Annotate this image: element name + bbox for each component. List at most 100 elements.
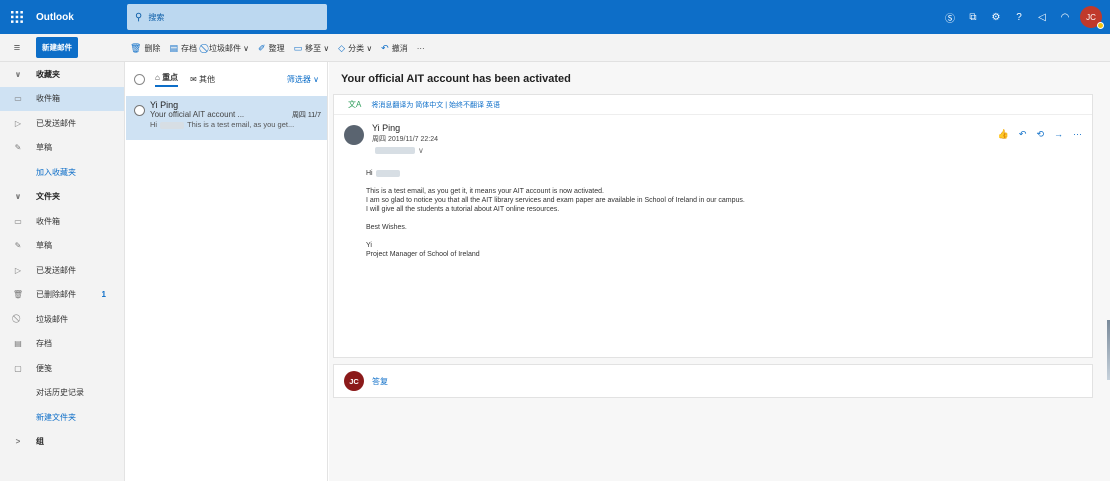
reading-pane: Your official AIT account has been activ… xyxy=(329,62,1110,481)
sidebar-item[interactable]: ▷ 已发送邮件 xyxy=(0,258,124,283)
sidebar-item-label: 加入收藏夹 xyxy=(36,167,76,177)
sidebar-item[interactable]: ▤ 存档 xyxy=(0,332,124,357)
sidebar-item[interactable]: ▢ 便笺 xyxy=(0,356,124,381)
toolbar-actions: 🗑删除 ▤存档⃠垃圾邮件 ∨ ✐整理 ▭移至 ∨ ◇分类 ∨ ↶撤消 ··· xyxy=(130,34,434,62)
filter-button[interactable]: 筛选器 ∨ xyxy=(287,74,319,85)
sender-header: Yi Ping 周四 2019/11/7 22:24 ∨ xyxy=(344,123,438,155)
sidebar-item[interactable]: ✎ 草稿 xyxy=(0,136,124,161)
sidebar-item[interactable]: ∨ 收藏夹 xyxy=(0,62,124,87)
toolbar-action-icon: ◇ xyxy=(338,42,346,53)
tab-focused[interactable]: ⌂ 重点 xyxy=(155,72,179,87)
email-card: 文A 将消息翻译为 简体中文 | 始终不翻译 英语 Yi Ping 周四 201… xyxy=(333,94,1093,358)
folder-icon: ▭ xyxy=(14,94,22,104)
presence-badge xyxy=(1097,22,1104,29)
sidebar-item-label: 文件夹 xyxy=(36,192,60,202)
toolbar-action[interactable]: ⃠垃圾邮件 ∨ xyxy=(206,43,249,54)
message-date: 周四 11/7 xyxy=(291,112,321,119)
sidebar-item[interactable]: ▭ 收件箱 xyxy=(0,86,124,111)
sidebar-item[interactable]: ✎ 草稿 xyxy=(0,234,124,259)
command-bar: ≡ 新建邮件 🗑删除 ▤存档⃠垃圾邮件 ∨ ✐整理 ▭移至 ∨ ◇分类 ∨ ↶撤消 ··· xyxy=(0,34,1110,62)
email-greeting: Hi xyxy=(366,169,745,178)
list-item[interactable]: Yi Ping Your official AIT account ... 周四… xyxy=(126,96,327,140)
message-list: ⌂ 重点 ✉ 其他 筛选器 ∨ Yi Ping Your official AI… xyxy=(126,62,328,481)
toolbar-action-label: 存档 xyxy=(180,43,197,53)
toolbar-action[interactable]: ↶ 撤消 xyxy=(381,43,408,54)
reply-icon[interactable]: ↶ xyxy=(1019,129,1027,140)
folder-pane: ∨ 收藏夹 ▭ 收件箱 ▷ 已发送邮件 ✎ 草稿 加入收藏夹 ∨ 文件夹 ▭ 收件箱 ✎ 草稿 ▷ 已发送邮件 🗑… xyxy=(0,62,125,481)
feedback-icon[interactable]: ⧉ xyxy=(962,12,984,23)
reply-all-icon[interactable]: ⟲ xyxy=(1036,129,1044,140)
sidebar-item-label: 便笺 xyxy=(36,363,52,373)
toolbar-action[interactable]: ◇ 分类 ∨ xyxy=(338,43,372,54)
message-actions: 👍 ↶ ⟲ → ··· xyxy=(988,129,1082,140)
sidebar-item-label: 收件箱 xyxy=(36,94,60,104)
message-subject: Your official AIT account ... xyxy=(150,110,245,119)
toolbar-action[interactable]: ✐ 整理 xyxy=(258,43,285,54)
toolbar-action[interactable]: ▤ 存档 xyxy=(169,43,197,54)
toolbar-action-label: 整理 xyxy=(268,43,285,53)
hamburger-icon[interactable]: ≡ xyxy=(0,42,34,54)
more-icon[interactable]: ··· xyxy=(1073,129,1082,140)
folder-icon: > xyxy=(15,437,21,447)
sidebar-item[interactable]: ▷ 已发送邮件 xyxy=(0,111,124,136)
reply-avatar: JC xyxy=(344,371,364,391)
toolbar-action[interactable]: ▭ 移至 ∨ xyxy=(294,43,330,54)
skype-icon[interactable]: Ⓢ xyxy=(939,10,961,25)
search-box[interactable]: ⚲ 搜索 xyxy=(127,4,327,30)
toolbar-action[interactable]: ··· xyxy=(417,44,425,53)
sidebar-item[interactable]: ∨ 文件夹 xyxy=(0,185,124,210)
toolbar-action-label: 撤消 xyxy=(391,43,408,53)
reply-bar[interactable]: JC 答复 xyxy=(333,364,1093,398)
top-bar: Outlook ⚲ 搜索 Ⓢ ⧉ ⚙ ? ◁ ◠ JC xyxy=(0,0,1110,34)
sidebar-item-label: 垃圾邮件 xyxy=(36,314,68,324)
like-icon[interactable]: 👍 xyxy=(998,129,1009,140)
sidebar-item[interactable]: ⃠ 垃圾邮件 xyxy=(0,307,124,332)
body-line: I will give all the students a tutorial … xyxy=(366,206,560,213)
forward-icon[interactable]: → xyxy=(1054,129,1063,140)
sidebar-item[interactable]: 新建文件夹 xyxy=(0,405,124,430)
toolbar-action-icon: ▤ xyxy=(169,42,178,53)
sender-name[interactable]: Yi Ping xyxy=(372,123,438,133)
sidebar-item-label: 存档 xyxy=(36,339,52,349)
app-launcher-icon[interactable] xyxy=(0,0,34,34)
body-line: I am so glad to notice you that all the … xyxy=(366,197,745,204)
signature-name: Yi xyxy=(366,242,372,249)
email-subject: Your official AIT account has been activ… xyxy=(341,73,571,85)
toolbar-action-label: ··· xyxy=(416,43,425,53)
folder-icon: ▤ xyxy=(14,339,22,349)
toolbar-action-label: 垃圾邮件 ∨ xyxy=(208,43,250,53)
sidebar-item[interactable]: 对话历史记录 xyxy=(0,381,124,406)
app-brand[interactable]: Outlook xyxy=(36,12,126,23)
folder-icon: ✎ xyxy=(14,241,22,251)
select-all-checkbox[interactable] xyxy=(134,73,145,85)
tab-focused-label: 重点 xyxy=(162,72,179,82)
waffle-icon xyxy=(11,11,23,23)
settings-icon[interactable]: ⚙ xyxy=(985,12,1007,23)
recipient-line[interactable]: ∨ xyxy=(372,146,438,155)
sidebar-item[interactable]: > 组 xyxy=(0,430,124,455)
new-mail-button[interactable]: 新建邮件 xyxy=(36,37,78,58)
message-list-header: ⌂ 重点 ✉ 其他 筛选器 ∨ xyxy=(126,62,327,96)
help-icon[interactable]: ? xyxy=(1008,12,1030,23)
bell-icon[interactable]: ◠ xyxy=(1054,12,1076,23)
sidebar-item[interactable]: 加入收藏夹 xyxy=(0,160,124,185)
sidebar-item[interactable]: ▭ 收件箱 xyxy=(0,209,124,234)
sidebar-item-label: 新建文件夹 xyxy=(36,412,76,422)
folder-icon: ▢ xyxy=(14,363,22,373)
reply-button[interactable]: 答复 xyxy=(372,376,388,387)
sender-photo[interactable] xyxy=(344,125,364,145)
sidebar-item-label: 已发送邮件 xyxy=(36,118,76,128)
toolbar-action-icon: ↶ xyxy=(381,42,389,53)
toolbar-action[interactable]: 🗑 删除 xyxy=(130,43,160,54)
sidebar-item-label: 已发送邮件 xyxy=(36,265,76,275)
sidebar-item[interactable]: 🗑 已删除邮件 1 xyxy=(0,283,124,308)
tab-other[interactable]: ✉ 其他 xyxy=(190,74,215,85)
megaphone-icon[interactable]: ◁ xyxy=(1031,12,1053,23)
folder-icon: ▷ xyxy=(14,265,22,275)
email-closing: Best Wishes. xyxy=(366,224,407,231)
toolbar-action-icon: 🗑 xyxy=(130,42,142,53)
user-avatar[interactable]: JC xyxy=(1080,6,1104,29)
sidebar-item-label: 对话历史记录 xyxy=(36,388,84,398)
message-select-radio[interactable] xyxy=(134,105,145,116)
translate-link[interactable]: 将消息翻译为 简体中文 | 始终不翻译 英语 xyxy=(371,100,500,110)
